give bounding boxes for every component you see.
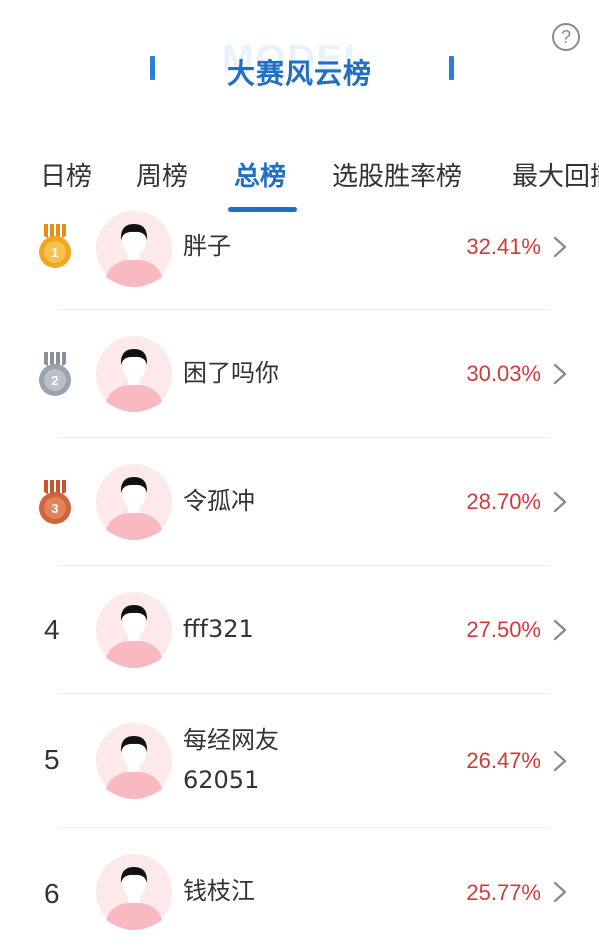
page-header: MODEL 大赛风云榜 (0, 38, 599, 110)
return-percent: 30.03% (466, 361, 541, 386)
chevron-right-icon (553, 236, 567, 258)
tab-max-drawdown[interactable]: 最大回撤 (512, 156, 599, 193)
title-bar-right (449, 56, 454, 80)
list-item[interactable]: 5 每经网友 62051 26.47% (0, 694, 599, 828)
chevron-right-icon (553, 881, 567, 903)
chevron-right-icon (553, 491, 567, 513)
tab-bar: 日榜 周榜 总榜 选股胜率榜 最大回撤 (0, 156, 599, 212)
user-name: 钱枝江 (183, 877, 255, 905)
return-percent: 28.70% (466, 489, 541, 514)
rank-number: 6 (44, 878, 60, 909)
list-item[interactable]: 6 钱枝江 25.77% (0, 828, 599, 949)
tab-win-rate[interactable]: 选股胜率榜 (332, 156, 462, 193)
user-name: 胖子 (183, 232, 231, 260)
list-item[interactable]: 3 令孤冲 28.70% (0, 438, 599, 566)
user-name: 困了吗你 (183, 359, 279, 387)
tab-total[interactable]: 总榜 (234, 156, 286, 193)
svg-text:3: 3 (51, 501, 58, 516)
user-name: fff321 (183, 615, 254, 643)
avatar (96, 464, 172, 540)
return-percent: 32.41% (466, 234, 541, 259)
user-name: 令孤冲 (183, 487, 255, 515)
rank-number: 4 (44, 614, 60, 645)
avatar (96, 211, 172, 287)
user-name-line2: 62051 (183, 766, 260, 794)
svg-text:2: 2 (51, 373, 58, 388)
chevron-right-icon (553, 619, 567, 641)
chevron-right-icon (553, 750, 567, 772)
list-item[interactable]: 1 胖子 32.41% (0, 212, 599, 310)
svg-text:1: 1 (51, 245, 58, 260)
tab-daily[interactable]: 日榜 (40, 156, 92, 193)
gold-medal-icon: 1 (39, 224, 71, 268)
list-item[interactable]: 4 fff321 27.50% (0, 566, 599, 694)
return-percent: 27.50% (466, 617, 541, 642)
chevron-right-icon (553, 363, 567, 385)
rank-number: 5 (44, 744, 60, 775)
silver-medal-icon: 2 (39, 352, 71, 396)
avatar (96, 854, 172, 930)
tab-weekly[interactable]: 周榜 (136, 156, 188, 193)
page-title: 大赛风云榜 (226, 57, 372, 90)
avatar (96, 723, 172, 799)
avatar (96, 336, 172, 412)
bronze-medal-icon: 3 (39, 480, 71, 524)
return-percent: 26.47% (466, 748, 541, 773)
user-name: 每经网友 (183, 726, 279, 754)
avatar (96, 592, 172, 668)
list-item[interactable]: 2 困了吗你 30.03% (0, 310, 599, 438)
return-percent: 25.77% (466, 880, 541, 905)
